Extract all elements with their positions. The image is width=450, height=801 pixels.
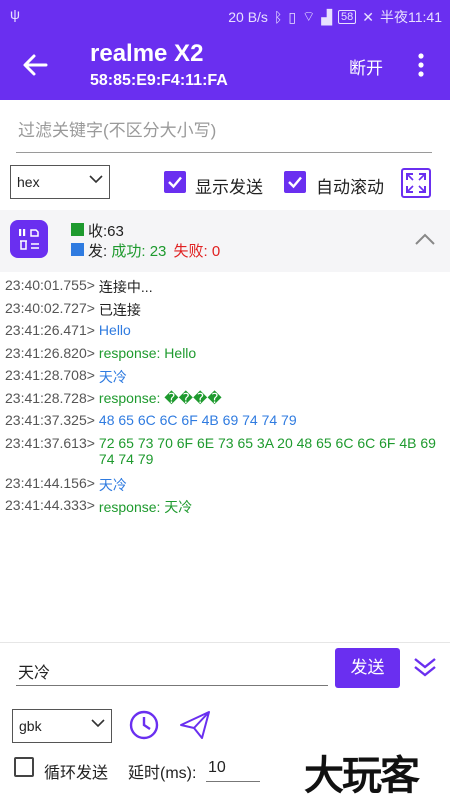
show-send-label: 显示发送 [195,178,263,197]
clock-icon[interactable] [128,709,160,741]
log-row: 23:41:37.613> 72 65 73 70 6F 6E 73 65 3A… [5,435,443,467]
wifi-icon: ⌔ [302,8,316,24]
recv-count: 63 [107,223,124,240]
log-timestamp: 23:40:02.727> [5,300,95,316]
recv-stat: 收:63 [88,220,124,241]
chevron-double-down-icon[interactable] [413,656,437,678]
fail-count: 0 [211,243,221,260]
log-timestamp: 23:41:44.156> [5,475,95,491]
signal-icon: ▟ [321,8,333,25]
fullscreen-icon [406,173,426,193]
fail-label: 失败: [173,243,208,260]
send-panel: 发送 gbk 循环发送 延时(ms): 大玩客 [0,642,450,801]
log-row: 23:41:26.820> response: Hello [5,345,443,361]
mute-icon: ✕ [362,8,374,25]
log-message: 天冷 [98,369,127,385]
delay-field[interactable] [206,753,264,783]
delay-input[interactable] [206,753,264,783]
log-message: 48 65 6C 6C 6F 4B 69 74 74 79 [98,412,297,428]
battery-indicator: 58 [338,10,357,24]
log-row: 23:41:44.156> 天冷 [5,475,443,495]
filter-field[interactable] [16,112,436,153]
pause-clear-icon [19,229,39,250]
log-row: 23:41:28.728> response: ���� [5,390,443,407]
usb-icon: ψ [10,6,20,22]
send-color-icon [71,243,84,256]
chevron-down-icon [91,719,105,728]
network-speed: 20 B/s [228,9,268,25]
log-timestamp: 23:41:37.325> [5,412,95,428]
log-row: 23:40:01.755> 连接中... [5,277,443,297]
back-arrow-icon[interactable] [20,50,50,80]
log-row: 23:41:44.333> response: 天冷 [5,497,443,517]
log-message: response: Hello [98,345,197,361]
log-timestamp: 23:41:37.613> [5,435,95,451]
delay-label: 延时(ms): [128,765,197,782]
filter-input[interactable] [16,112,436,150]
fullscreen-button[interactable] [401,168,431,198]
log-message: response: 天冷 [98,499,193,515]
success-label: 成功: [111,243,146,260]
encoding-select[interactable]: hex [10,165,110,199]
log-panel[interactable]: 23:40:01.755> 连接中... 23:40:02.727> 已连接 2… [0,272,450,642]
charset-value: gbk [19,718,42,734]
app-bar: realme X2 58:85:E9:F4:11:FA 断开 [0,30,450,100]
log-row: 23:40:02.727> 已连接 [5,300,443,320]
more-vert-icon[interactable] [416,52,426,78]
device-name: realme X2 [90,40,204,67]
status-bar: ψ 20 B/s ᛒ ▯ ⌔ ▟ 58 ✕ 半夜11:41 [0,0,450,30]
auto-scroll-label: 自动滚动 [316,178,384,197]
log-message: Hello [98,322,131,338]
clear-log-button[interactable] [10,220,48,258]
send-field[interactable] [16,655,332,687]
disconnect-button[interactable]: 断开 [349,54,383,79]
auto-scroll-checkbox[interactable] [284,171,306,193]
log-timestamp: 23:41:26.471> [5,322,95,338]
log-timestamp: 23:41:26.820> [5,345,95,361]
log-message: 连接中... [98,279,153,295]
log-row: 23:41:28.708> 天冷 [5,367,443,387]
watermark-logo: 大玩客 [304,753,420,799]
send-plane-icon[interactable] [178,709,212,741]
send-input[interactable] [16,655,332,687]
clock-time: 半夜11:41 [380,9,442,25]
bluetooth-icon: ᛒ [273,9,283,25]
chevron-down-icon [89,175,103,184]
log-message: 已连接 [98,302,141,318]
show-send-checkbox[interactable] [164,171,186,193]
loop-send-label: 循环发送 [44,765,109,782]
log-row: 23:41:37.325> 48 65 6C 6C 6F 4B 69 74 74… [5,412,443,428]
check-icon [288,176,302,189]
log-timestamp: 23:41:28.708> [5,367,95,383]
recv-color-icon [71,223,84,236]
stats-panel: 收:63 发: 成功: 23 失败: 0 [0,210,450,273]
log-timestamp: 23:41:44.333> [5,497,95,513]
charset-select[interactable]: gbk [12,709,112,743]
send-stat: 发: 成功: 23 失败: 0 [88,240,220,261]
status-right: 20 B/s ᛒ ▯ ⌔ ▟ 58 ✕ 半夜11:41 [228,7,442,27]
send-button[interactable]: 发送 [335,648,400,688]
log-timestamp: 23:41:28.728> [5,390,95,406]
log-timestamp: 23:40:01.755> [5,277,95,293]
check-icon [168,176,182,189]
log-message: response: ���� [98,390,222,406]
chevron-up-icon[interactable] [414,232,436,246]
log-message: 天冷 [98,477,127,493]
log-message: 72 65 73 70 6F 6E 73 65 3A 20 48 65 6C 6… [98,435,436,467]
success-count: 23 [149,243,167,260]
vibrate-icon: ▯ [288,8,297,25]
send-stat-label: 发: [88,243,108,260]
loop-send-checkbox[interactable] [14,757,34,777]
device-mac: 58:85:E9:F4:11:FA [90,72,228,89]
recv-label: 收: [88,223,108,240]
encoding-value: hex [17,174,40,190]
log-row: 23:41:26.471> Hello [5,322,443,338]
